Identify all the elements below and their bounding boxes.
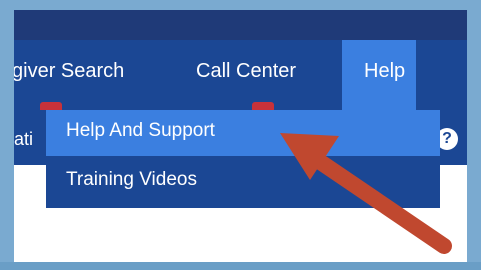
nav-help-tab[interactable]: Help (342, 40, 416, 110)
nav-help-label: Help (364, 60, 406, 82)
window-frame-top (0, 0, 481, 10)
nav-caregiver-search[interactable]: giver Search (14, 60, 124, 83)
secondary-nav-item[interactable]: ati (14, 129, 33, 150)
menu-item-label: Training Videos (66, 169, 197, 190)
window-frame-bottom (0, 262, 481, 270)
window-frame-right (467, 0, 481, 270)
menu-item-training-videos[interactable]: Training Videos (46, 159, 440, 205)
top-band (14, 10, 467, 40)
window-frame-left (0, 0, 14, 270)
help-dropdown-menu: Help And Support Training Videos (46, 110, 440, 208)
app-window: giver Search Call Center Help ati ? Help… (14, 10, 467, 262)
menu-item-label: Help And Support (66, 120, 215, 141)
menu-item-help-and-support[interactable]: Help And Support (46, 110, 440, 156)
nav-call-center[interactable]: Call Center (196, 60, 296, 83)
